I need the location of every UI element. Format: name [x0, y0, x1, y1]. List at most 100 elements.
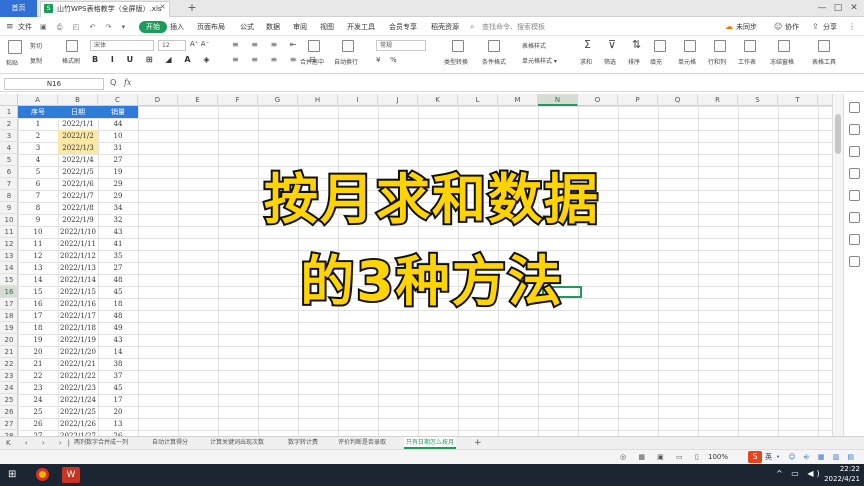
table-cell[interactable]: 17	[98, 394, 138, 406]
row-header-cell[interactable]: 24	[0, 382, 18, 394]
fill-button[interactable]: 填充	[650, 57, 662, 66]
sort-icon[interactable]: ⇅	[632, 38, 641, 51]
format-painter-button[interactable]: 格式刷	[62, 56, 80, 65]
table-cell[interactable]: 2022/1/3	[58, 142, 98, 154]
ime-mode[interactable]: 英	[765, 451, 772, 463]
hamburger-icon[interactable]: ≡	[6, 22, 16, 32]
ime-toolbar-icons[interactable]: • ☺ ⎆ ▦ ▥ ▤	[776, 451, 857, 463]
table-cell[interactable]: 22	[18, 370, 58, 382]
settings-sliders-icon[interactable]	[849, 146, 860, 157]
menu-docer[interactable]: 稻壳资源	[431, 21, 459, 33]
view-mode-icons[interactable]: ◎ ▦ ▣ ▭ ▯	[620, 451, 704, 463]
cell-style-button[interactable]: 单元格样式 ▾	[522, 56, 557, 65]
command-search[interactable]: 查找命令、搜索模板	[482, 21, 545, 33]
chrome-icon[interactable]	[36, 468, 49, 481]
sync-status[interactable]: 未同步	[736, 21, 757, 33]
table-cell[interactable]: 2022/1/1	[58, 118, 98, 130]
sheet-tab[interactable]: 两列数字合并成一列	[74, 437, 128, 449]
row-header-cell[interactable]: 1	[0, 106, 18, 118]
table-cell[interactable]: 24	[18, 394, 58, 406]
rows-columns-button[interactable]: 行和列	[708, 57, 726, 66]
close-tab-icon[interactable]: ✕	[158, 3, 167, 12]
maximize-icon[interactable]: □	[832, 2, 844, 14]
column-header-cell[interactable]: B	[58, 94, 98, 106]
sort-button[interactable]: 排序	[628, 57, 640, 66]
select-tool-icon[interactable]	[849, 102, 860, 113]
scroll-thumb[interactable]	[835, 114, 841, 154]
table-cell[interactable]: 41	[98, 238, 138, 250]
sum-button[interactable]: 求和	[580, 57, 592, 66]
column-header-cell[interactable]: L	[458, 94, 498, 106]
formula-input[interactable]	[140, 78, 830, 90]
zoom-formula-icon[interactable]: Q	[110, 78, 116, 87]
column-header-cell[interactable]: P	[618, 94, 658, 106]
freeze-panes-button[interactable]: 冻结窗格	[770, 57, 794, 66]
menu-file[interactable]: 文件	[18, 21, 32, 33]
help-icon[interactable]	[849, 212, 860, 223]
font-grow-icon[interactable]: A⁺ A⁻	[190, 40, 209, 48]
font-size-select[interactable]: 12	[158, 40, 186, 51]
table-cell[interactable]: 2022/1/26	[58, 418, 98, 430]
column-header-cell[interactable]: O	[578, 94, 618, 106]
cells-icon[interactable]	[684, 40, 696, 52]
table-cell[interactable]: 44	[98, 118, 138, 130]
column-header-cell[interactable]: G	[258, 94, 298, 106]
column-header-cell[interactable]: E	[178, 94, 218, 106]
table-tools-button[interactable]: 表格工具	[812, 57, 836, 66]
paste-icon[interactable]	[8, 40, 22, 54]
table-cell[interactable]: 2022/1/18	[58, 322, 98, 334]
column-header-cell[interactable]: M	[498, 94, 538, 106]
menu-page-layout[interactable]: 页面布局	[197, 21, 225, 33]
table-tools-icon[interactable]	[818, 40, 830, 52]
table-cell[interactable]: 45	[98, 382, 138, 394]
sheet-tab[interactable]: 自动计算得分	[152, 437, 188, 449]
fill-icon[interactable]	[654, 40, 666, 52]
column-header-cell[interactable]: I	[338, 94, 378, 106]
wrap-text-button[interactable]: 自动换行	[334, 57, 358, 66]
column-header-cell[interactable]: C	[98, 94, 138, 106]
table-cell[interactable]: 31	[98, 142, 138, 154]
more-icon[interactable]: ⋮	[848, 21, 858, 33]
zoom-slider[interactable]	[740, 457, 742, 459]
wrap-text-icon[interactable]	[342, 40, 354, 52]
table-cell[interactable]: 2022/1/22	[58, 370, 98, 382]
table-cell[interactable]: 43	[98, 334, 138, 346]
copy-button[interactable]: 复制	[30, 56, 42, 65]
table-cell[interactable]: 14	[98, 346, 138, 358]
row-header-cell[interactable]: 26	[0, 406, 18, 418]
column-header-cell[interactable]: T	[778, 94, 818, 106]
row-header-cell[interactable]: 5	[0, 154, 18, 166]
menu-home[interactable]: 开始	[139, 21, 167, 33]
table-cell[interactable]: 2	[18, 130, 58, 142]
row-header-cell[interactable]: 4	[0, 142, 18, 154]
row-header-cell[interactable]: 2	[0, 118, 18, 130]
column-header-cell[interactable]: D	[138, 94, 178, 106]
home-tab[interactable]: 首页	[0, 0, 37, 17]
table-cell[interactable]: 1	[18, 118, 58, 130]
shield-icon[interactable]	[849, 256, 860, 267]
column-header-cell[interactable]: A	[18, 94, 58, 106]
column-header-cell[interactable]: S	[738, 94, 778, 106]
table-cell[interactable]: 2022/1/24	[58, 394, 98, 406]
sheet-tab[interactable]: 数字转计费	[288, 437, 318, 449]
quick-access-icons[interactable]: ▣ ⎙ ◰ ↶ ↷ ▾	[40, 22, 140, 32]
row-header-cell[interactable]: 21	[0, 346, 18, 358]
paste-button[interactable]: 粘贴	[6, 58, 18, 67]
type-convert-icon[interactable]	[452, 40, 464, 52]
conditional-format-button[interactable]: 条件格式	[482, 57, 506, 66]
table-cell[interactable]: 38	[98, 358, 138, 370]
table-cell[interactable]: 27	[98, 154, 138, 166]
table-cell[interactable]: 19	[18, 334, 58, 346]
table-header-cell[interactable]: 序号	[18, 106, 58, 118]
row-header-cell[interactable]: 27	[0, 418, 18, 430]
bold-italic-underline-icons[interactable]: B I U ⊞ ◢ A ◈	[92, 55, 214, 64]
table-cell[interactable]: 2022/1/23	[58, 382, 98, 394]
add-sheet-icon[interactable]: +	[474, 437, 482, 449]
column-header-cell[interactable]: K	[418, 94, 458, 106]
new-tab-icon[interactable]: +	[186, 2, 198, 14]
column-header-cell[interactable]: J	[378, 94, 418, 106]
row-header-cell[interactable]: 3	[0, 130, 18, 142]
close-window-icon[interactable]: ✕	[848, 2, 860, 14]
column-header-cell[interactable]: R	[698, 94, 738, 106]
menu-member[interactable]: 会员专享	[389, 21, 417, 33]
